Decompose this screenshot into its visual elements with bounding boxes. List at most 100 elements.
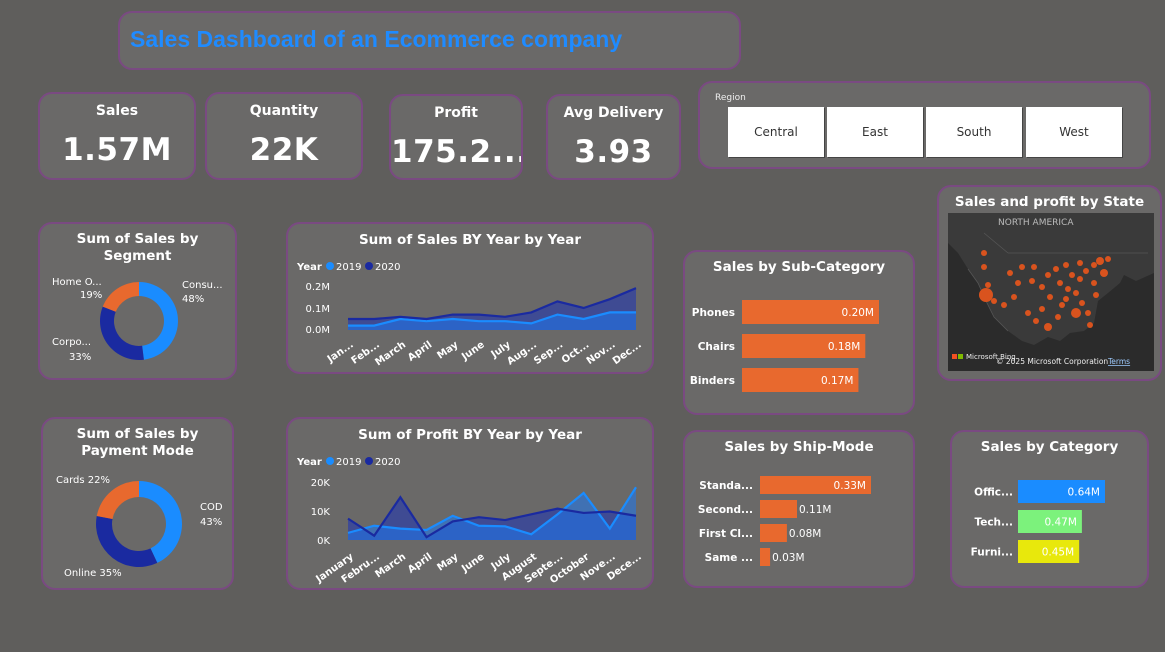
- bar-category-label: Tech...: [974, 517, 1013, 529]
- region-slicer: Region Central East South West: [698, 81, 1151, 169]
- bar[interactable]: [760, 548, 771, 566]
- segment-donut[interactable]: Home O... 19% Consu... 48% Corpo... 33%: [40, 224, 239, 382]
- state-marker[interactable]: [1077, 276, 1083, 282]
- profit-year-legend-2019: 2019: [336, 457, 361, 468]
- bar-category-label: Chairs: [698, 341, 735, 353]
- segment-pct-home: 19%: [80, 290, 102, 301]
- state-marker[interactable]: [1096, 257, 1104, 265]
- kpi-delivery-label: Avg Delivery: [563, 105, 664, 121]
- sales-profit-map[interactable]: NORTH AMERICA Microsoft Bing © 2025 Micr…: [948, 213, 1154, 371]
- state-marker[interactable]: [1093, 292, 1099, 298]
- state-marker[interactable]: [979, 288, 993, 302]
- segment-slice-home-office[interactable]: [102, 282, 139, 312]
- x-tick-label: Aug...: [505, 339, 539, 367]
- state-marker[interactable]: [1031, 264, 1037, 270]
- legend-2020-marker: [365, 457, 373, 465]
- state-marker[interactable]: [1055, 314, 1061, 320]
- region-slicer-label: Region: [715, 93, 746, 103]
- shipmode-bar-chart[interactable]: Standa... 0.33M Second... 0.11M First Cl... 0…: [685, 432, 917, 590]
- segment-slice-consumer[interactable]: [139, 282, 179, 360]
- state-marker[interactable]: [1071, 308, 1081, 318]
- state-marker[interactable]: [1100, 269, 1108, 277]
- state-marker[interactable]: [1001, 302, 1007, 308]
- kpi-profit-label: Profit: [434, 105, 478, 121]
- map-title: Sales and profit by State: [954, 194, 1145, 210]
- state-marker[interactable]: [981, 250, 987, 256]
- state-marker[interactable]: [1085, 310, 1091, 316]
- sales-year-ytick: 0.1M: [305, 304, 330, 315]
- state-marker[interactable]: [1083, 268, 1089, 274]
- bar-value-label: 0.64M: [1068, 487, 1100, 499]
- state-marker[interactable]: [1063, 262, 1069, 268]
- state-marker[interactable]: [1045, 272, 1051, 278]
- state-marker[interactable]: [1015, 280, 1021, 286]
- bar-value-label: 0.18M: [828, 341, 860, 353]
- payment-slice-cards[interactable]: [96, 481, 139, 519]
- sales-year-ytick: 0.0M: [305, 325, 330, 336]
- segment-slice-corporate[interactable]: [100, 306, 144, 360]
- x-tick-label: June: [459, 551, 487, 575]
- sales-year-chart-card: Sum of Sales BY Year by Year Year 2019 2…: [286, 222, 654, 374]
- microsoft-logo-icon-part: [958, 354, 963, 359]
- state-marker[interactable]: [1073, 290, 1079, 296]
- state-marker[interactable]: [1091, 280, 1097, 286]
- kpi-sales-label: Sales: [95, 103, 139, 119]
- state-marker[interactable]: [1047, 294, 1053, 300]
- state-marker[interactable]: [1011, 294, 1017, 300]
- region-option-central[interactable]: Central: [728, 107, 824, 157]
- segment-label-home: Home O...: [52, 277, 102, 288]
- payment-donut[interactable]: Cards 22% COD 43% Online 35%: [43, 419, 236, 592]
- map-region-label: NORTH AMERICA: [998, 218, 1074, 228]
- bar-value-label: 0.45M: [1042, 547, 1074, 559]
- sales-year-chart[interactable]: Year 2019 2020 0.2M 0.1M 0.0M Jan...Feb.…: [288, 224, 656, 376]
- kpi-sales-value: 1.57M: [62, 132, 172, 168]
- profit-year-ytick: 0K: [317, 536, 330, 547]
- state-marker[interactable]: [1105, 256, 1111, 262]
- state-marker[interactable]: [1053, 266, 1059, 272]
- state-marker[interactable]: [1033, 318, 1039, 324]
- state-marker[interactable]: [1079, 300, 1085, 306]
- state-marker[interactable]: [1077, 260, 1083, 266]
- state-marker[interactable]: [981, 264, 987, 270]
- subcat-bar-chart[interactable]: Phones 0.20M Chairs 0.18M Binders 0.17M: [685, 252, 917, 417]
- dashboard-title-card: Sales Dashboard of an Ecommerce company: [118, 11, 741, 70]
- x-tick-label: Jan...: [325, 339, 356, 365]
- category-bar-chart[interactable]: Offic... 0.64M Tech... 0.47M Furni... 0.45M: [952, 432, 1151, 590]
- state-marker[interactable]: [1065, 286, 1071, 292]
- payment-label-cards: Cards 22%: [56, 475, 110, 486]
- payment-label-online: Online 35%: [64, 568, 122, 579]
- state-marker[interactable]: [1059, 302, 1065, 308]
- map-copyright: © 2025 Microsoft Corporation: [996, 357, 1108, 366]
- state-marker[interactable]: [991, 298, 997, 304]
- state-marker[interactable]: [1019, 264, 1025, 270]
- bar[interactable]: [760, 524, 787, 542]
- state-marker[interactable]: [1091, 262, 1097, 268]
- state-marker[interactable]: [1044, 323, 1052, 331]
- payment-slice-online[interactable]: [96, 515, 158, 567]
- bar-value-label: 0.03M: [772, 552, 804, 564]
- state-marker[interactable]: [1007, 270, 1013, 276]
- state-marker[interactable]: [1025, 310, 1031, 316]
- bar-category-label: Furni...: [971, 547, 1013, 559]
- state-marker[interactable]: [1069, 272, 1075, 278]
- profit-year-chart-card: Sum of Profit BY Year by Year Year 2019 …: [286, 417, 654, 590]
- state-marker[interactable]: [1063, 296, 1069, 302]
- region-option-west[interactable]: West: [1026, 107, 1122, 157]
- state-marker[interactable]: [1057, 280, 1063, 286]
- state-marker[interactable]: [1029, 278, 1035, 284]
- map-terms-link[interactable]: Terms: [1107, 357, 1130, 366]
- region-option-south[interactable]: South: [926, 107, 1022, 157]
- state-marker[interactable]: [985, 282, 991, 288]
- state-marker[interactable]: [1087, 322, 1093, 328]
- profit-year-chart[interactable]: Year 2019 2020 20K 10K 0K JanuaryFebru..…: [288, 419, 656, 592]
- sales-year-legend-2019: 2019: [336, 262, 361, 273]
- state-marker[interactable]: [1039, 284, 1045, 290]
- x-tick-label: Dec...: [611, 339, 644, 367]
- profit-year-legend-2020: 2020: [375, 457, 400, 468]
- region-option-east[interactable]: East: [827, 107, 923, 157]
- bar[interactable]: [760, 500, 797, 518]
- state-marker[interactable]: [1039, 306, 1045, 312]
- bar-category-label: Offic...: [974, 487, 1013, 499]
- x-tick-label: May: [435, 339, 460, 361]
- bar-category-label: Standa...: [699, 480, 753, 492]
